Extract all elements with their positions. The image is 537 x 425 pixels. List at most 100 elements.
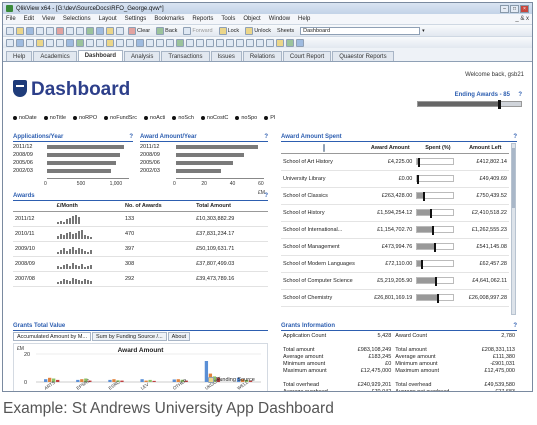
menu-tools[interactable]: Tools bbox=[221, 16, 235, 22]
tab-quaestor-reports[interactable]: Quaestor Reports bbox=[332, 51, 394, 61]
help-icon[interactable] bbox=[116, 26, 124, 35]
applications_per_year-bar[interactable] bbox=[47, 145, 125, 149]
grants-tab-2[interactable]: About bbox=[167, 332, 191, 341]
spent-scrollbar[interactable] bbox=[511, 143, 516, 315]
bookmark-object-icon[interactable] bbox=[146, 38, 154, 47]
ending-awards-help-icon[interactable]: ? bbox=[518, 92, 522, 98]
tab-relations[interactable]: Relations bbox=[242, 51, 282, 61]
applications_per_year-bar[interactable] bbox=[47, 169, 112, 173]
menu-window[interactable]: Window bbox=[269, 16, 290, 22]
expand-icon[interactable] bbox=[322, 143, 325, 152]
applications_per_year-bar[interactable] bbox=[47, 153, 121, 157]
lock-button[interactable]: Lock bbox=[217, 26, 242, 35]
redo-icon[interactable] bbox=[76, 26, 84, 35]
back-button[interactable]: Back bbox=[154, 26, 179, 35]
search-object-icon[interactable] bbox=[156, 38, 164, 47]
custom-object-icon[interactable] bbox=[186, 38, 194, 47]
legend-item-nofundsrc[interactable]: noFundSrc bbox=[104, 115, 137, 121]
chart-icon[interactable] bbox=[76, 38, 84, 47]
legend-item-noacti[interactable]: noActi bbox=[144, 115, 165, 121]
align-bottom-icon[interactable] bbox=[246, 38, 254, 47]
open-icon[interactable] bbox=[16, 26, 24, 35]
tab-court-report[interactable]: Court Report bbox=[282, 51, 332, 61]
table-row[interactable]: School of Management £473,994.76 £541,145.… bbox=[281, 238, 509, 256]
table-row[interactable]: 2009/10 397 £50,109,631.71 bbox=[13, 241, 268, 257]
menu-help[interactable]: Help bbox=[298, 16, 310, 22]
new-sheet-icon[interactable] bbox=[16, 38, 24, 47]
tab-transactions[interactable]: Transactions bbox=[161, 51, 210, 61]
legend-item-norpo[interactable]: noRPO bbox=[73, 115, 97, 121]
applications-year-help-icon[interactable]: ? bbox=[129, 134, 133, 140]
menu-selections[interactable]: Selections bbox=[63, 16, 91, 22]
menu-object[interactable]: Object bbox=[243, 16, 260, 22]
align-left-icon[interactable] bbox=[196, 38, 204, 47]
applications_per_year-bar[interactable] bbox=[47, 161, 116, 165]
edit-script-icon[interactable] bbox=[96, 26, 104, 35]
grants-total-value-chart[interactable]: 200 ARTS EPSRC ESRC LEV OTHER UKGOVT WELL bbox=[14, 344, 267, 391]
minimize-button[interactable]: – bbox=[500, 4, 509, 13]
forward-button[interactable]: Forward bbox=[181, 26, 214, 35]
align-middle-icon[interactable] bbox=[236, 38, 244, 47]
close-button[interactable]: × bbox=[520, 4, 529, 13]
save-icon[interactable] bbox=[26, 26, 34, 35]
align-right-icon[interactable] bbox=[216, 38, 224, 47]
award-amount-year-help-icon[interactable]: ? bbox=[264, 134, 268, 140]
tab-academics[interactable]: Academics bbox=[33, 51, 77, 61]
tab-issues[interactable]: Issues bbox=[210, 51, 242, 61]
grants-bar[interactable] bbox=[140, 379, 144, 382]
ending-awards-title[interactable]: Ending Awards - 85 bbox=[455, 92, 510, 98]
new-icon[interactable] bbox=[6, 26, 14, 35]
tab-dashboard[interactable]: Dashboard bbox=[77, 50, 124, 61]
table-row[interactable]: School of International... £1,154,702.70 £… bbox=[281, 221, 509, 239]
search-icon[interactable] bbox=[106, 26, 114, 35]
clear-button[interactable]: Clear bbox=[126, 26, 152, 35]
align-center-icon[interactable] bbox=[206, 38, 214, 47]
menu-reports[interactable]: Reports bbox=[192, 16, 213, 22]
award-amount-year-chart[interactable]: 2011/12 2008/09 2005/06 2002/03 0 20 40 60 bbox=[140, 144, 268, 190]
menu-file[interactable]: File bbox=[6, 16, 16, 22]
multibox-icon[interactable] bbox=[56, 38, 64, 47]
copy-format-icon[interactable] bbox=[286, 38, 294, 47]
award_amount_year-bar[interactable] bbox=[176, 153, 245, 157]
grants-bar[interactable] bbox=[152, 380, 156, 382]
grants-bar[interactable] bbox=[44, 379, 48, 382]
table-row[interactable]: School of Modern Languages £72,110.00 £62,… bbox=[281, 255, 509, 273]
award_amount_year-bar[interactable] bbox=[176, 161, 233, 165]
print-pdf-icon[interactable] bbox=[46, 26, 54, 35]
grants-tab-1[interactable]: Sum by Funding Source /... bbox=[92, 332, 167, 341]
table-row[interactable]: 2008/09 308 £37,807,499.03 bbox=[13, 256, 268, 272]
container-icon[interactable] bbox=[166, 38, 174, 47]
funding-source-legend[interactable]: Funding Source bbox=[208, 377, 255, 383]
grants-information-help-icon[interactable]: ? bbox=[513, 323, 517, 329]
format-painter-icon[interactable] bbox=[276, 38, 284, 47]
grants-bar[interactable] bbox=[172, 379, 176, 382]
awards-help-icon[interactable]: ? bbox=[264, 193, 268, 199]
button-icon[interactable] bbox=[106, 38, 114, 47]
text-object-icon[interactable] bbox=[116, 38, 124, 47]
grants-bar[interactable] bbox=[108, 379, 112, 382]
statistics-box-icon[interactable] bbox=[176, 38, 184, 47]
undo-icon[interactable] bbox=[66, 26, 74, 35]
current-selections-icon[interactable] bbox=[96, 38, 104, 47]
space-vert-icon[interactable] bbox=[266, 38, 274, 47]
line-arrow-icon[interactable] bbox=[126, 38, 134, 47]
sheet-select[interactable]: Dashboard bbox=[300, 26, 421, 35]
table-box-icon[interactable] bbox=[66, 38, 74, 47]
grants-bar[interactable] bbox=[148, 379, 152, 382]
award_amount_year-bar[interactable] bbox=[176, 145, 259, 149]
legend-item-nospo[interactable]: noSpo bbox=[235, 115, 257, 121]
slider-icon[interactable] bbox=[136, 38, 144, 47]
align-top-icon[interactable] bbox=[226, 38, 234, 47]
menu-bookmarks[interactable]: Bookmarks bbox=[154, 16, 184, 22]
table-row[interactable]: University Library £0.00 £49,409.69 bbox=[281, 170, 509, 188]
grants-bar[interactable] bbox=[120, 380, 124, 382]
tab-analysis[interactable]: Analysis bbox=[124, 51, 161, 61]
table-row[interactable]: 2010/11 470 £37,831,234.17 bbox=[13, 226, 268, 242]
table-row[interactable]: School of Chemistry £26,801,169.19 £26,008… bbox=[281, 289, 509, 307]
space-horiz-icon[interactable] bbox=[256, 38, 264, 47]
document-properties-icon[interactable] bbox=[36, 38, 44, 47]
reload-icon[interactable] bbox=[86, 26, 94, 35]
menu-layout[interactable]: Layout bbox=[99, 16, 117, 22]
table-row[interactable]: School of Classics £263,428.00 £750,439.52 bbox=[281, 187, 509, 205]
menu-settings[interactable]: Settings bbox=[125, 16, 147, 22]
